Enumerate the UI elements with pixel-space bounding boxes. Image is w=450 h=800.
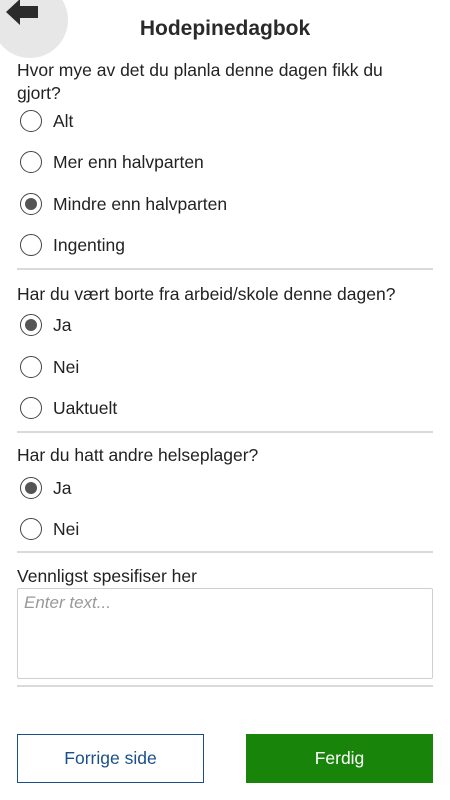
radio-button-selected[interactable] <box>20 314 42 336</box>
radio-button[interactable] <box>20 518 42 540</box>
radio-label: Uaktuelt <box>53 397 118 418</box>
radio-button[interactable] <box>20 110 42 132</box>
radio-option-ja[interactable]: Ja <box>20 473 71 503</box>
question-other-health-issues: Har du hatt andre helseplager? <box>17 445 259 465</box>
divider <box>17 685 433 687</box>
page-title: Hodepinedagbok <box>139 17 311 40</box>
radio-option-ingenting[interactable]: Ingenting <box>20 230 125 260</box>
divider <box>17 431 433 433</box>
radio-button[interactable] <box>20 234 42 256</box>
radio-button[interactable] <box>20 356 42 378</box>
radio-option-nei[interactable]: Nei <box>20 352 79 382</box>
radio-option-alt[interactable]: Alt <box>20 106 73 136</box>
radio-label: Alt <box>53 110 74 131</box>
specify-label: Vennligst spesifiser her <box>17 566 197 586</box>
radio-label: Ja <box>53 477 72 498</box>
previous-page-button[interactable]: Forrige side <box>17 734 204 783</box>
radio-button[interactable] <box>20 397 42 419</box>
specify-text-input[interactable]: Enter text... <box>17 588 433 679</box>
screen: Hodepinedagbok Hvor mye av det du planla… <box>0 0 450 800</box>
radio-option-uaktuelt[interactable]: Uaktuelt <box>20 393 117 423</box>
radio-label: Ingenting <box>53 234 126 255</box>
radio-button-selected[interactable] <box>20 477 42 499</box>
radio-option-nei[interactable]: Nei <box>20 514 79 544</box>
radio-button-selected[interactable] <box>20 193 42 215</box>
radio-option-mindre-enn-halvparten[interactable]: Mindre enn halvparten <box>20 189 227 219</box>
radio-label: Nei <box>53 518 80 539</box>
radio-label: Mindre enn halvparten <box>53 193 228 214</box>
radio-button[interactable] <box>20 151 42 173</box>
divider <box>17 551 433 553</box>
radio-label: Mer enn halvparten <box>53 151 204 172</box>
divider <box>17 268 433 270</box>
done-button[interactable]: Ferdig <box>246 734 433 783</box>
question-planned-done: Hvor mye av det du planla denne dagen fi… <box>17 60 383 103</box>
question-absent-work-school: Har du vært borte fra arbeid/skole denne… <box>17 284 396 304</box>
radio-label: Nei <box>53 356 80 377</box>
radio-option-mer-enn-halvparten[interactable]: Mer enn halvparten <box>20 147 204 177</box>
radio-option-ja[interactable]: Ja <box>20 310 71 340</box>
radio-label: Ja <box>53 314 72 335</box>
